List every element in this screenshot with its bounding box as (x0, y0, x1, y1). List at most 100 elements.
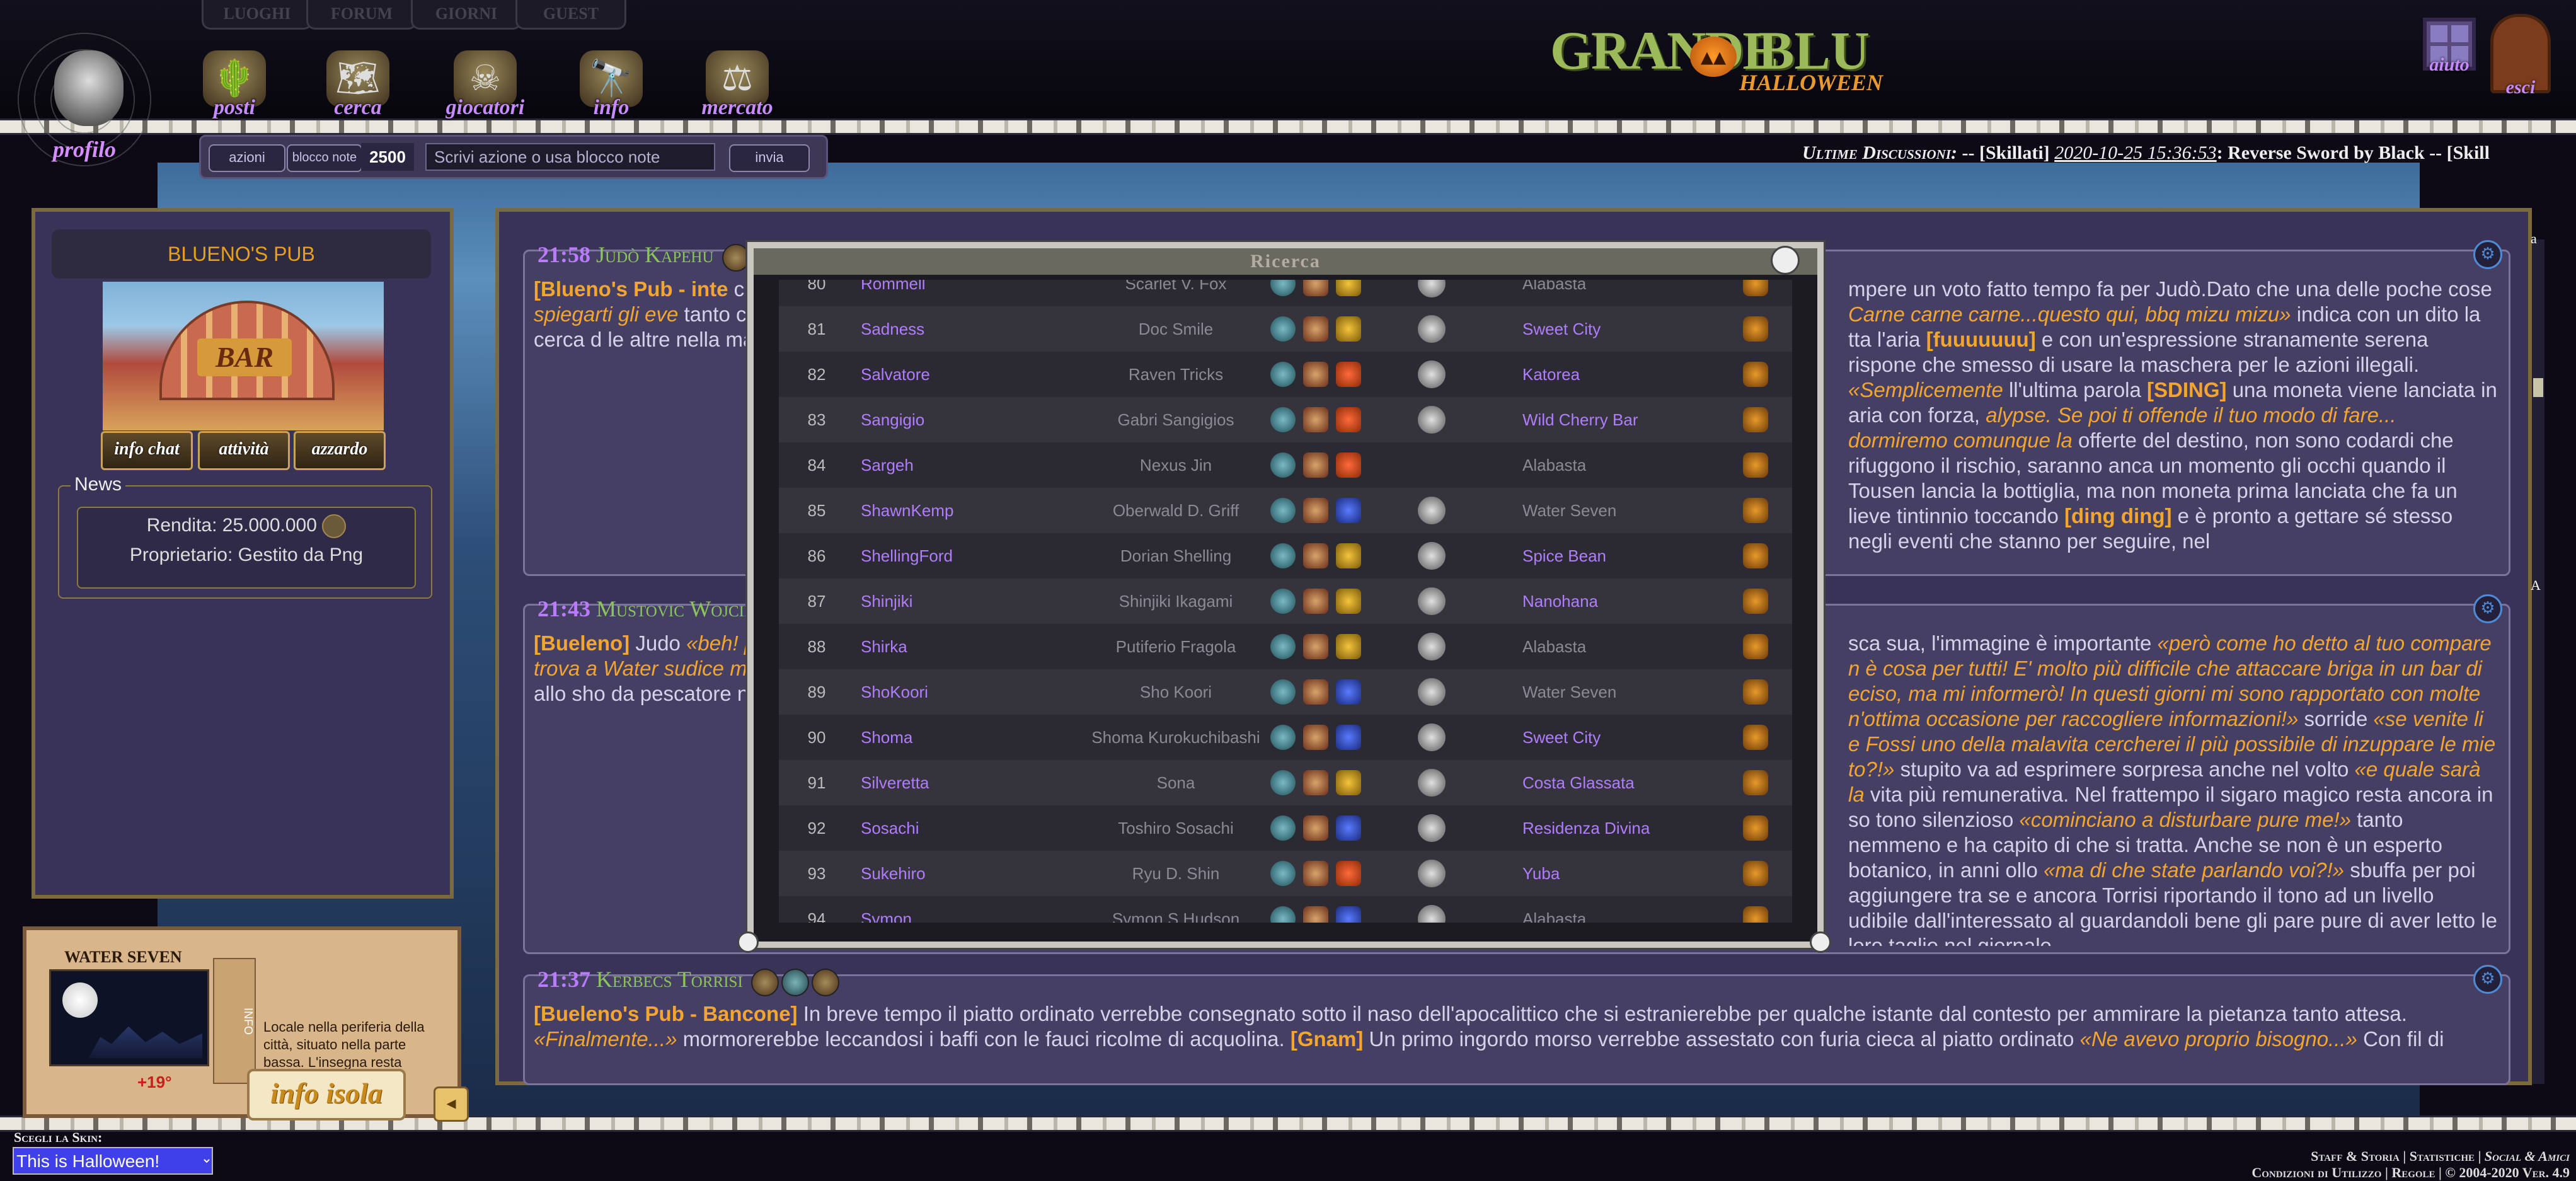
crew-icon (1418, 814, 1446, 842)
post-body-right: mpere un voto fatto tempo fa per Judò.Da… (1848, 277, 2500, 568)
ticker-date[interactable]: 2020-10-25 15:36:53 (2054, 142, 2216, 163)
table-row[interactable]: 90 Shoma Shoma Kurokuchibashi Sweet City (779, 715, 1792, 760)
nav-info[interactable]: 🔭 info (561, 50, 662, 126)
footer-social[interactable]: Social & Amici (2485, 1148, 2570, 1164)
faction-icon (1303, 906, 1328, 923)
pumpkin-icon[interactable] (1743, 407, 1768, 432)
news-content: Rendita: 25.000.000 Proprietario: Gestit… (77, 507, 416, 589)
footer-line2[interactable]: Condizioni di Utilizzo | Regole | © 2004… (2251, 1165, 2570, 1181)
pumpkin-icon[interactable] (1743, 861, 1768, 886)
post-author[interactable]: Judò Kapehu (596, 242, 714, 267)
island-name[interactable]: Sweet City (1522, 306, 1774, 352)
ghost-tab-1[interactable]: LUOGHI (202, 0, 313, 30)
pumpkin-icon[interactable] (1743, 679, 1768, 705)
pumpkin-icon: ▴▴ (1690, 37, 1737, 77)
chat-scrollbar[interactable] (2532, 239, 2544, 1084)
table-row[interactable]: 80 Rommell Scarlet V. Fox Alabasta (779, 280, 1792, 306)
race-icon (1270, 452, 1296, 478)
scrollbar-thumb[interactable] (2533, 378, 2543, 397)
ticker-prefix: -- [Skillati] (1957, 142, 2055, 163)
post-header: 21:43 Mustovic Wojciech (538, 596, 776, 622)
help-button[interactable]: aiuto (2421, 18, 2478, 76)
info-chat-button[interactable]: info chat (101, 431, 193, 470)
island-name[interactable]: Sweet City (1522, 715, 1774, 760)
post-text-fragment: In breve tempo il piatto ordinato verreb… (797, 1002, 2407, 1025)
island-name[interactable]: Spice Bean (1522, 533, 1774, 579)
pumpkin-icon[interactable] (1743, 815, 1768, 841)
ghost-tab-3[interactable]: GIORNI (411, 0, 522, 30)
actions-button[interactable]: azioni (209, 144, 285, 172)
island-info-button[interactable]: info isola (247, 1069, 406, 1121)
pumpkin-icon[interactable] (1743, 280, 1768, 296)
table-row[interactable]: 91 Silveretta Sona Costa Glassata (779, 760, 1792, 805)
post-text-fragment: sorride (2298, 707, 2374, 730)
pumpkin-icon[interactable] (1743, 543, 1768, 568)
activities-button[interactable]: attività (198, 431, 290, 470)
pumpkin-icon[interactable] (1743, 770, 1768, 795)
table-row[interactable]: 89 ShoKoori Sho Koori Water Seven (779, 669, 1792, 715)
ghost-tab-4[interactable]: GUEST (515, 0, 626, 30)
table-row[interactable]: 86 ShellingFord Dorian Shelling Spice Bean (779, 533, 1792, 579)
moon-icon (62, 982, 98, 1018)
pumpkin-icon[interactable] (1743, 452, 1768, 478)
exit-button[interactable]: esci (2489, 14, 2552, 98)
crew-icon (1418, 315, 1446, 343)
island-name[interactable]: Wild Cherry Bar (1522, 397, 1774, 442)
send-button[interactable]: invia (729, 144, 810, 172)
site-logo[interactable]: GRANDE ▴▴ BLU HALLOWEEN (1550, 11, 1883, 100)
location-title: BLUENO'S PUB (52, 229, 431, 279)
nav-giocatori[interactable]: ☠ giocatori (435, 50, 536, 126)
table-row[interactable]: 87 Shinjiki Shinjiki Ikagami Nanohana (779, 579, 1792, 624)
race-icon (1270, 362, 1296, 387)
island-name[interactable]: Katorea (1522, 352, 1774, 397)
nav-posti[interactable]: 🌵 posti (184, 50, 285, 126)
table-row[interactable]: 82 Salvatore Raven Tricks Katorea (779, 352, 1792, 397)
faction-icon (1303, 498, 1328, 523)
island-name[interactable]: Residenza Divina (1522, 805, 1774, 851)
notes-button[interactable]: blocco note (287, 144, 362, 172)
skin-select[interactable]: This is Halloween! (13, 1147, 213, 1175)
job-icon (1336, 280, 1361, 296)
table-row[interactable]: 94 Symon Symon S.Hudson Alabasta (779, 896, 1792, 923)
pumpkin-icon[interactable] (1743, 589, 1768, 614)
island-name[interactable]: Costa Glassata (1522, 760, 1774, 805)
table-row[interactable]: 81 Sadness Doc Smile Sweet City (779, 306, 1792, 352)
post-body: [Bueleno's Pub - Bancone] In breve tempo… (534, 1001, 2500, 1077)
footer-line1[interactable]: Staff & Storia | Statistiche | (2311, 1148, 2485, 1164)
table-row[interactable]: 83 Sangigio Gabri Sangigios Wild Cherry Bar (779, 397, 1792, 442)
pumpkin-icon[interactable] (1743, 498, 1768, 523)
profile-button[interactable]: profilo (4, 25, 165, 174)
table-row[interactable]: 92 Sosachi Toshiro Sosachi Residenza Divina (779, 805, 1792, 851)
crew-icon (1418, 769, 1446, 797)
island-name: Water Seven (1522, 501, 1617, 520)
table-row[interactable]: 84 Sargeh Nexus Jin Alabasta (779, 442, 1792, 488)
info-tab[interactable]: INFO (213, 958, 256, 1084)
pumpkin-icon[interactable] (1743, 725, 1768, 750)
table-row[interactable]: 93 Sukehiro Ryu D. Shin Yuba (779, 851, 1792, 896)
pumpkin-icon[interactable] (1743, 906, 1768, 923)
table-row[interactable]: 88 Shirka Putiferio Fragola Alabasta (779, 624, 1792, 669)
ghost-tab-2[interactable]: FORUM (306, 0, 417, 30)
collapse-arrow-icon[interactable]: ◂ (434, 1086, 469, 1122)
pumpkin-icon[interactable] (1743, 362, 1768, 387)
action-input[interactable] (425, 143, 715, 171)
gamble-button[interactable]: azzardo (294, 431, 386, 470)
pumpkin-icon[interactable] (1743, 316, 1768, 342)
island-name[interactable]: Nanohana (1522, 579, 1774, 624)
faction-icon (1303, 407, 1328, 432)
nav-mercato[interactable]: ⚖ mercato (687, 50, 788, 126)
row-number: 88 (807, 637, 826, 656)
skull-icon (737, 931, 759, 953)
gear-icon[interactable]: ⚙ (2473, 965, 2502, 994)
post-author[interactable]: Kerbecs Torrisi (596, 967, 743, 992)
gear-icon[interactable]: ⚙ (2473, 594, 2502, 623)
latest-discussions-ticker[interactable]: Ultime Discussioni: -- [Skillati] 2020-1… (1802, 142, 2558, 170)
table-row[interactable]: 85 ShawnKemp Oberwald D. Griff Water Seven (779, 488, 1792, 533)
crew-icon (1418, 905, 1446, 923)
nav-cerca[interactable]: 🗺 cerca (308, 50, 408, 126)
gear-icon[interactable]: ⚙ (2473, 240, 2502, 269)
location-image: BAR (101, 280, 386, 432)
pumpkin-icon[interactable] (1743, 634, 1768, 659)
job-icon (1336, 861, 1361, 886)
island-name[interactable]: Yuba (1522, 851, 1774, 896)
